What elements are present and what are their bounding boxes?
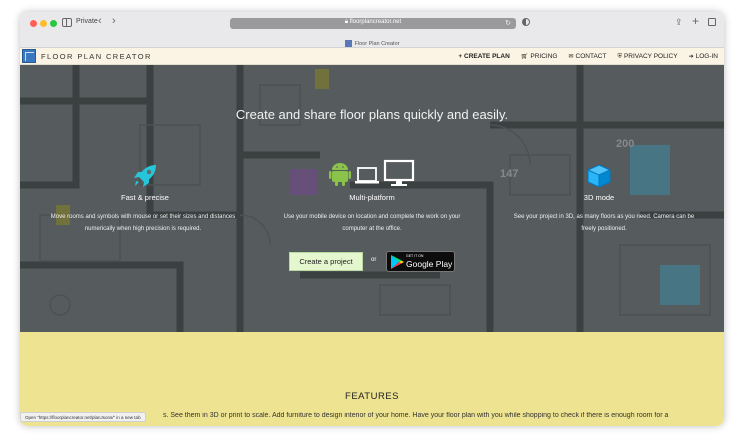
google-play-icon (391, 255, 404, 269)
feature-title-fast: Fast & precise (121, 193, 169, 202)
cube-icon (587, 164, 611, 188)
hero-headline: Create and share floor plans quickly and… (235, 107, 509, 122)
devices-icon (329, 159, 415, 186)
play-small-text: GET IT ON (406, 254, 424, 258)
favicon-icon (344, 40, 352, 48)
main-menu: + CREATE PLAN 🛒︎ PRICING ✉ CONTACT ⛨ PRIVACY… (459, 53, 719, 61)
feature-desc-multi: Use your mobile device on location and c… (283, 214, 461, 232)
cart-icon: 🛒︎ (520, 54, 529, 60)
active-tab[interactable]: Floor Plan Creator (20, 35, 724, 48)
url-text: floorplancreator.net (349, 19, 402, 25)
privacy-report-icon[interactable] (522, 18, 530, 26)
menu-log-in[interactable]: ➜ LOG-IN (689, 53, 718, 61)
menu-create-plan[interactable]: + CREATE PLAN (459, 53, 510, 61)
tab-title: Floor Plan Creator (354, 40, 400, 47)
zoom-window-button[interactable] (50, 20, 57, 27)
lock-icon: 🔒︎ (344, 19, 349, 25)
browser-toolbar: Private ‹ › 🔒︎ floorplancreator.net ↻ ⇪ … (20, 12, 724, 48)
feature-desc-fast: Move rooms and symbols with mouse or set… (50, 214, 236, 232)
browser-window: Private ‹ › 🔒︎ floorplancreator.net ↻ ⇪ … (20, 12, 724, 426)
shield-icon: ⛨ (617, 54, 622, 60)
share-icon[interactable]: ⇪ (675, 17, 683, 28)
logo-icon[interactable] (22, 49, 36, 63)
site-name[interactable]: FLOOR PLAN CREATOR (41, 52, 152, 61)
menu-privacy-policy[interactable]: ⛨ PRIVACY POLICY (617, 53, 677, 61)
rocket-icon (134, 165, 156, 187)
private-label: Private (76, 18, 98, 25)
feature-title-3d: 3D mode (583, 193, 615, 202)
play-big-text: Google Play (406, 259, 453, 269)
feature-desc-3d: See your project in 3D, as many floors a… (513, 214, 695, 232)
tab-overview-icon[interactable] (708, 18, 716, 26)
minimize-window-button[interactable] (40, 20, 47, 27)
link-status-tooltip: Open “https://floorplancreator.net/planJ… (20, 412, 146, 422)
plus-icon: + (458, 54, 463, 60)
login-icon: ➜ (688, 54, 694, 60)
new-tab-icon[interactable]: + (692, 14, 699, 28)
hero-section: 147 200 Create and share floor plans qui… (20, 65, 724, 332)
create-project-button[interactable]: Create a project (289, 252, 363, 271)
sidebar-toggle-icon[interactable] (62, 18, 72, 27)
forward-icon[interactable]: › (112, 15, 116, 27)
features-heading: FEATURES (345, 391, 399, 402)
site-header: FLOOR PLAN CREATOR + CREATE PLAN 🛒︎ PRICIN… (20, 48, 724, 65)
address-bar[interactable]: 🔒︎ floorplancreator.net ↻ (230, 18, 516, 29)
back-icon[interactable]: ‹ (98, 15, 102, 27)
menu-pricing[interactable]: 🛒︎ PRICING (521, 53, 558, 61)
close-window-button[interactable] (30, 20, 37, 27)
or-text: or (371, 257, 377, 263)
envelope-icon: ✉ (568, 54, 574, 60)
reload-icon[interactable]: ↻ (505, 19, 511, 27)
google-play-button[interactable]: GET IT ON Google Play (386, 251, 455, 272)
menu-contact[interactable]: ✉ CONTACT (568, 53, 606, 61)
feature-title-multi: Multi-platform (349, 193, 395, 202)
